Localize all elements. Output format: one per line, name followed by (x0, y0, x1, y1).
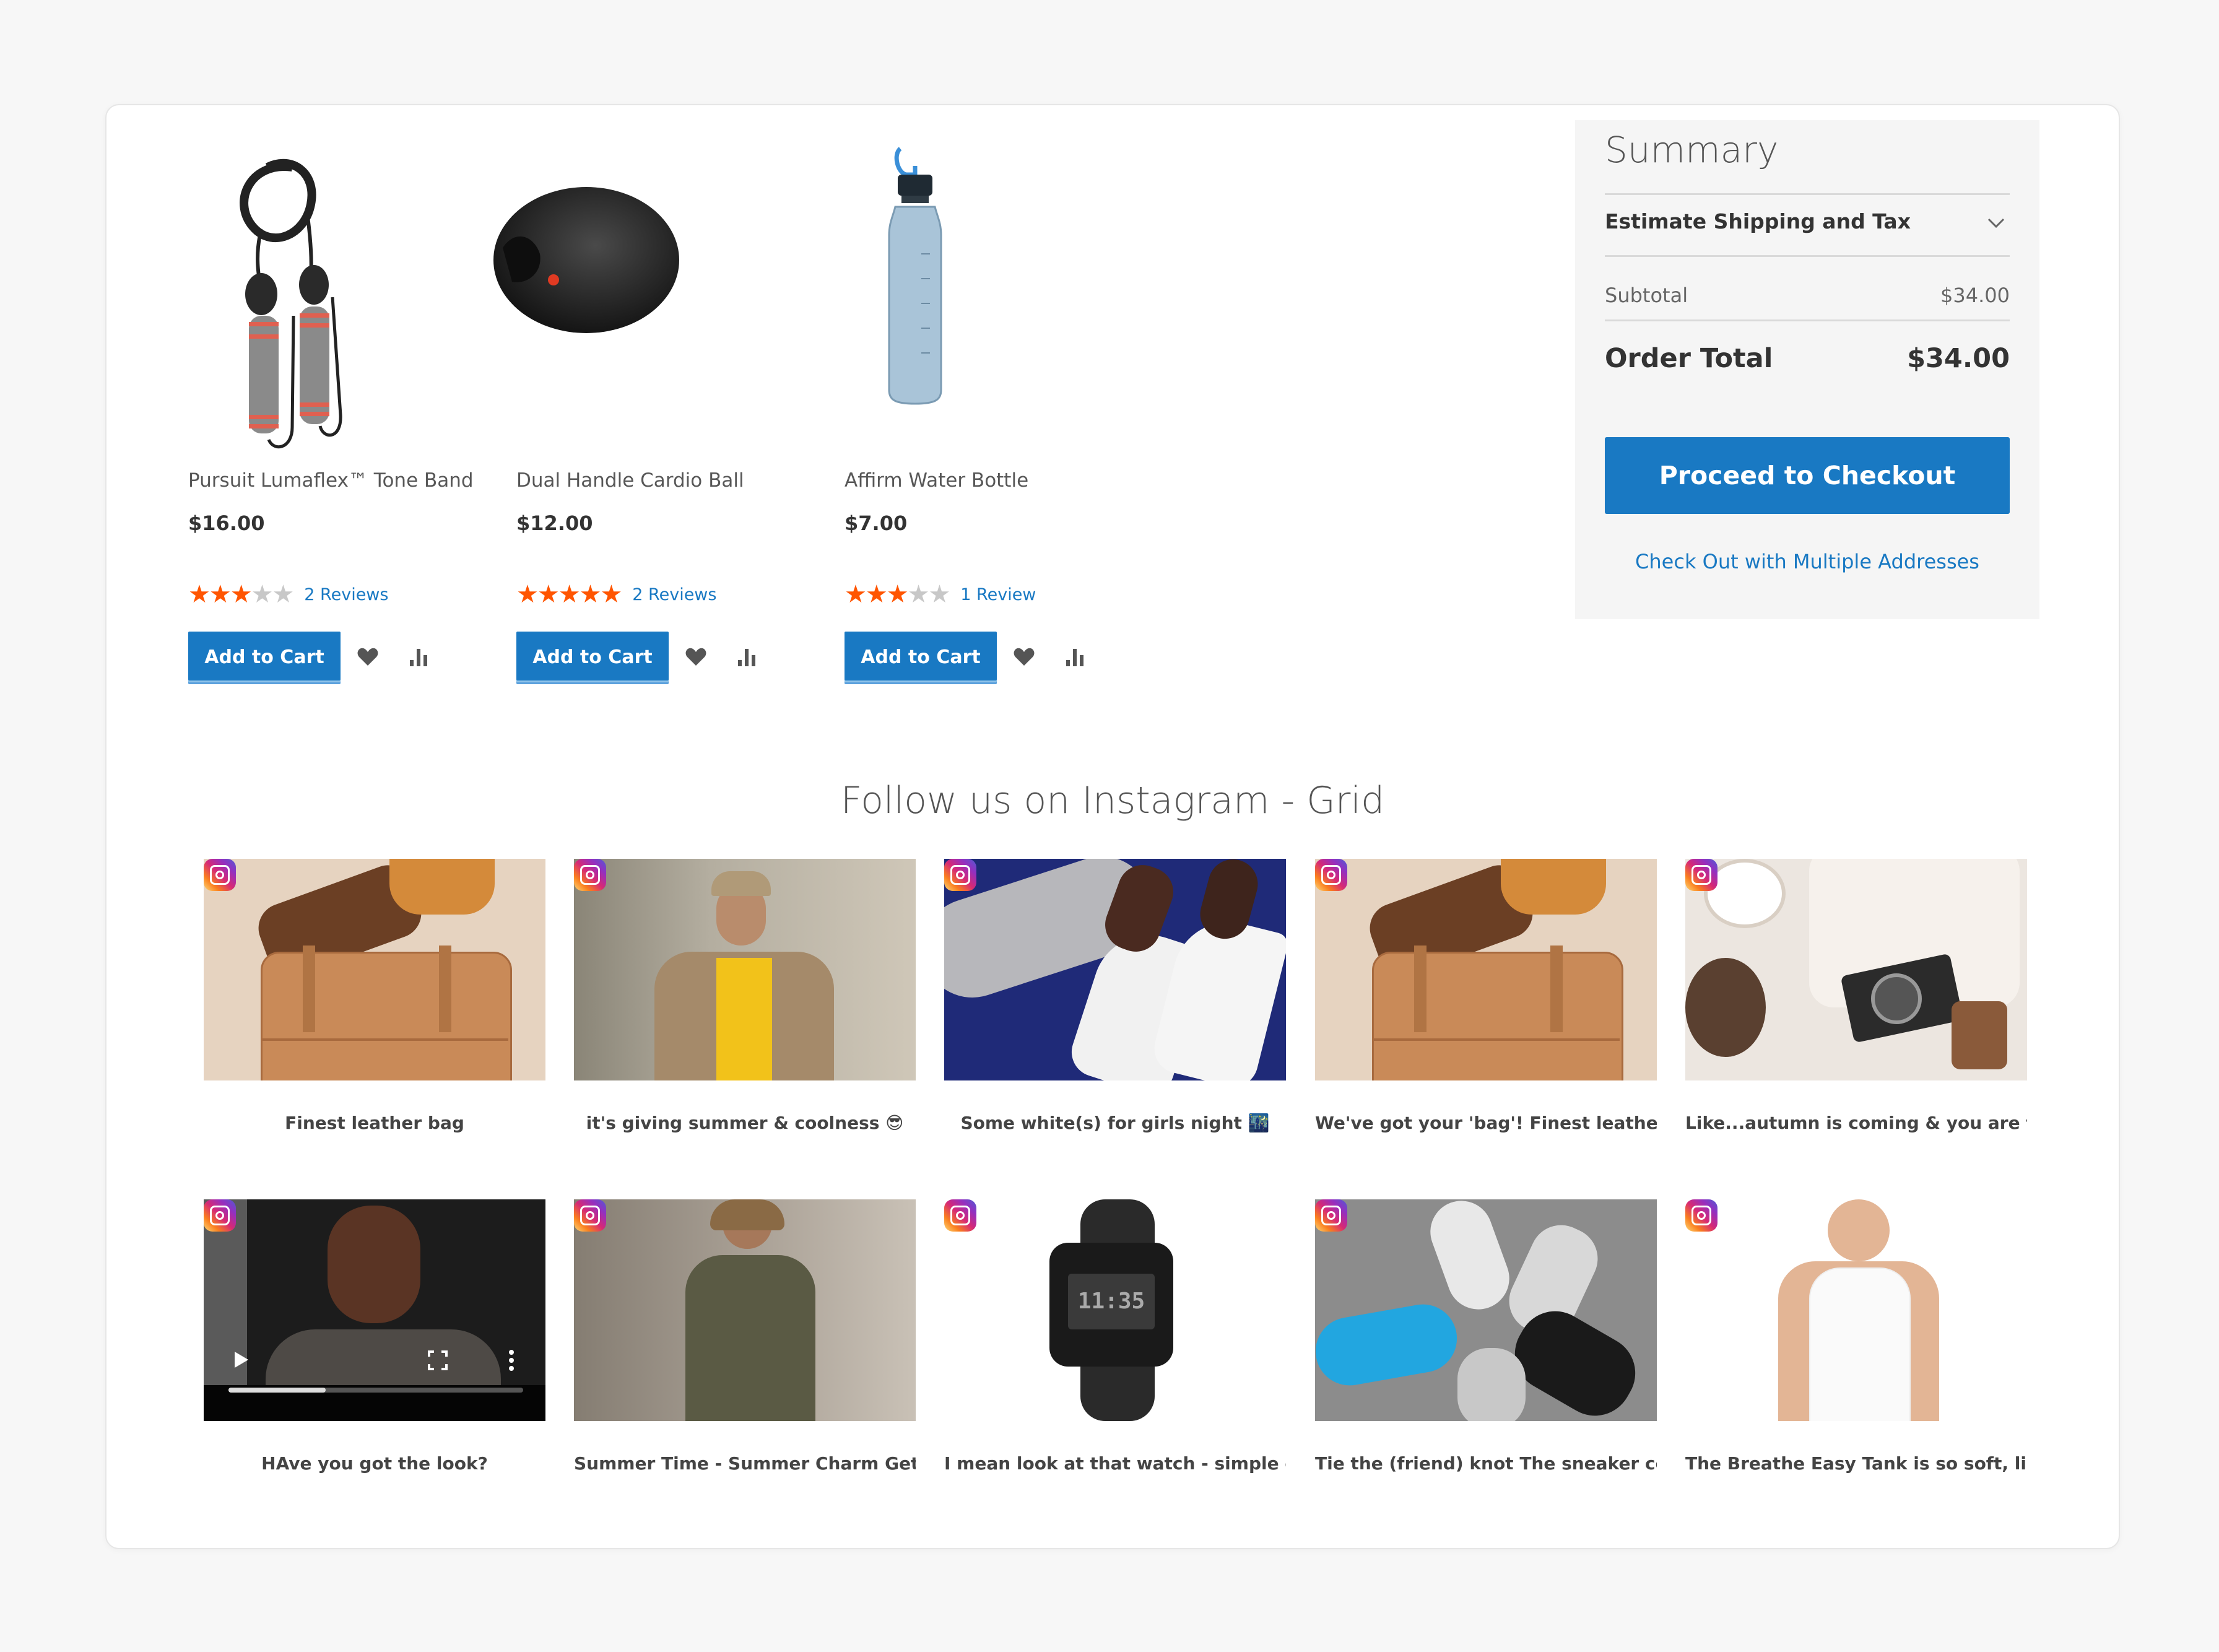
cart-page-card: Pursuit Lumaflex™ Tone Band $16.00 ★ ★ ★ ★ ★… (105, 104, 2120, 1549)
star-empty-icon: ★ (907, 580, 930, 609)
instagram-icon (944, 859, 976, 891)
multi-address-checkout-link[interactable]: Check Out with Multiple Addresses (1575, 550, 2039, 573)
estimate-shipping-toggle[interactable]: Estimate Shipping and Tax (1605, 209, 1911, 233)
bar-chart-icon[interactable] (400, 638, 437, 676)
product-price: $7.00 (845, 511, 908, 535)
instagram-caption: Tie the (friend) knot The sneaker coll..… (1315, 1453, 1657, 1474)
reviews-link[interactable]: 1 Review (960, 585, 1036, 604)
product-rating: ★ ★ ★ ★ ★ 2 Reviews (516, 582, 716, 607)
star-filled-icon: ★ (600, 580, 622, 609)
star-filled-icon: ★ (886, 580, 909, 609)
star-filled-icon: ★ (579, 580, 602, 609)
star-filled-icon: ★ (845, 580, 867, 609)
instagram-icon (574, 1199, 606, 1232)
divider (1605, 193, 2010, 195)
cardio-ball-image[interactable] (435, 130, 732, 502)
star-empty-icon: ★ (928, 580, 950, 609)
rating-stars: ★ ★ ★ ★ ★ (845, 580, 950, 609)
heart-icon[interactable] (677, 638, 714, 676)
heart-icon[interactable] (1005, 638, 1043, 676)
star-filled-icon: ★ (537, 580, 560, 609)
star-empty-icon: ★ (272, 580, 294, 609)
star-filled-icon: ★ (209, 580, 232, 609)
play-icon[interactable] (233, 1350, 250, 1372)
instagram-caption: Finest leather bag (285, 1113, 464, 1133)
product-rating: ★ ★ ★ ★ ★ 1 Review (845, 582, 1036, 607)
woman-glasses-video[interactable] (204, 1199, 545, 1421)
digital-watch-photo[interactable]: 11:35 (944, 1199, 1286, 1421)
product-actions: Add to Cart (188, 632, 437, 682)
rating-stars: ★ ★ ★ ★ ★ (516, 580, 622, 609)
add-to-cart-button[interactable]: Add to Cart (845, 632, 997, 682)
reviews-link[interactable]: 2 Reviews (304, 585, 388, 604)
add-to-cart-button[interactable]: Add to Cart (516, 632, 669, 682)
sneakers-photo[interactable] (1315, 1199, 1657, 1421)
divider (1605, 320, 2010, 321)
sweater-camera-photo[interactable] (1685, 859, 2027, 1080)
instagram-caption: I mean look at that watch - simple el... (944, 1453, 1286, 1474)
video-progress-fill (228, 1388, 326, 1393)
instagram-caption: Like...autumn is coming & you are th... (1685, 1113, 2027, 1133)
video-controls (204, 1328, 545, 1421)
star-filled-icon: ★ (230, 580, 253, 609)
instagram-section-title: Follow us on Instagram - Grid (840, 779, 1385, 822)
product-price: $16.00 (188, 511, 265, 535)
order-total-label: Order Total (1605, 343, 1773, 374)
bar-chart-icon[interactable] (728, 638, 765, 676)
instagram-icon (1315, 1199, 1347, 1232)
man-in-jacket-photo[interactable] (574, 859, 916, 1080)
instagram-icon (1315, 859, 1347, 891)
order-summary: Summary Estimate Shipping and Tax Subtot… (1575, 120, 2039, 619)
instagram-icon (944, 1199, 976, 1232)
product-rating: ★ ★ ★ ★ ★ 2 Reviews (188, 582, 388, 607)
bar-chart-icon[interactable] (1056, 638, 1093, 676)
product-actions: Add to Cart (516, 632, 765, 682)
instagram-icon (1685, 1199, 1717, 1232)
white-tank-photo[interactable] (1685, 1199, 2027, 1421)
chevron-down-icon[interactable] (1985, 212, 2007, 234)
instagram-icon (1685, 859, 1717, 891)
fullscreen-icon[interactable] (428, 1350, 448, 1373)
instagram-caption: HAve you got the look? (261, 1453, 488, 1474)
instagram-caption: The Breathe Easy Tank is so soft, ligh..… (1685, 1453, 2027, 1474)
add-to-cart-button[interactable]: Add to Cart (188, 632, 341, 682)
instagram-caption: Summer Time - Summer Charm Get t... (574, 1453, 916, 1474)
proceed-to-checkout-button[interactable]: Proceed to Checkout (1605, 437, 2010, 514)
white-heels-photo[interactable] (944, 859, 1286, 1080)
reviews-link[interactable]: 2 Reviews (632, 585, 716, 604)
product-actions: Add to Cart (845, 632, 1093, 682)
divider (1605, 255, 2010, 257)
subtotal-value: $34.00 (1940, 284, 2010, 307)
star-filled-icon: ★ (188, 580, 211, 609)
jump-rope-image[interactable] (106, 130, 404, 502)
product-name[interactable]: Dual Handle Cardio Ball (516, 469, 744, 492)
star-filled-icon: ★ (516, 580, 539, 609)
product-name[interactable]: Affirm Water Bottle (845, 469, 1028, 492)
instagram-icon (204, 1199, 236, 1232)
more-options-icon[interactable] (508, 1349, 515, 1374)
subtotal-label: Subtotal (1605, 284, 1688, 307)
water-bottle-image[interactable] (763, 130, 1060, 502)
heart-icon[interactable] (349, 638, 386, 676)
instagram-icon (574, 859, 606, 891)
instagram-caption: it's giving summer & coolness 😎 (586, 1113, 904, 1133)
instagram-caption: We've got your 'bag'! Finest leather ... (1315, 1113, 1657, 1133)
star-filled-icon: ★ (865, 580, 888, 609)
instagram-caption: Some white(s) for girls night 🌃 (960, 1113, 1270, 1133)
star-empty-icon: ★ (251, 580, 274, 609)
woman-olive-outfit-photo[interactable] (574, 1199, 916, 1421)
order-total-value: $34.00 (1907, 343, 2010, 374)
rating-stars: ★ ★ ★ ★ ★ (188, 580, 294, 609)
product-name[interactable]: Pursuit Lumaflex™ Tone Band (188, 469, 474, 492)
leather-bag-photo[interactable] (1315, 859, 1657, 1080)
star-filled-icon: ★ (558, 580, 581, 609)
instagram-icon (204, 859, 236, 891)
summary-title: Summary (1605, 129, 1779, 171)
leather-bag-photo[interactable] (204, 859, 545, 1080)
product-price: $12.00 (516, 511, 593, 535)
video-progress-bar[interactable] (228, 1388, 523, 1393)
